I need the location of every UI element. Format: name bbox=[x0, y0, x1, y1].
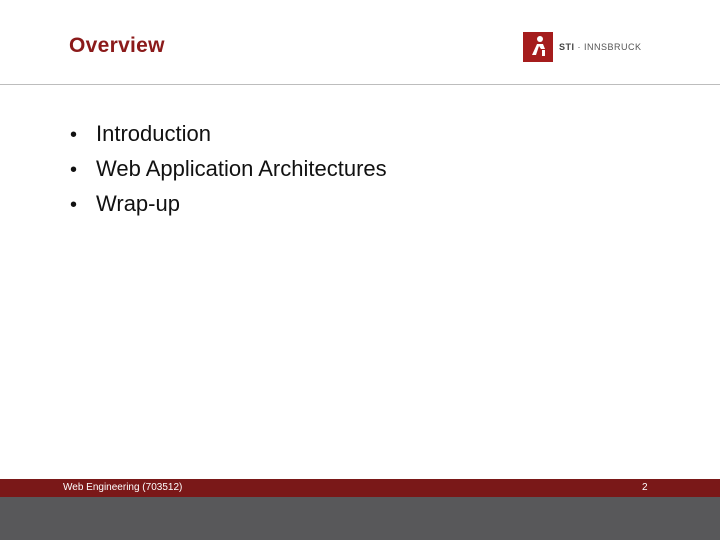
bullet-dot: • bbox=[70, 194, 78, 216]
bottom-band bbox=[0, 497, 720, 540]
bullet-item: • Introduction bbox=[70, 118, 387, 153]
slide-title: Overview bbox=[69, 34, 165, 57]
bullet-item: • Web Application Architectures bbox=[70, 153, 387, 188]
bullet-text: Wrap-up bbox=[96, 191, 180, 216]
bullet-dot: • bbox=[70, 124, 78, 146]
logo-separator: · bbox=[577, 42, 582, 52]
logo-brand: STI bbox=[559, 42, 575, 52]
bullet-list: • Introduction • Web Application Archite… bbox=[70, 118, 387, 223]
page-number: 2 bbox=[642, 482, 648, 493]
header-divider bbox=[0, 84, 720, 85]
logo-text: STI · INNSBRUCK bbox=[559, 42, 642, 52]
logo-location: INNSBRUCK bbox=[584, 42, 642, 52]
logo: STI · INNSBRUCK bbox=[523, 32, 642, 62]
footer-bar: Web Engineering (703512) 2 bbox=[0, 479, 720, 497]
bullet-text: Introduction bbox=[96, 121, 211, 146]
bullet-dot: • bbox=[70, 159, 78, 181]
sti-logo-icon bbox=[523, 32, 553, 62]
footer-course: Web Engineering (703512) bbox=[63, 482, 183, 493]
bullet-item: • Wrap-up bbox=[70, 188, 387, 223]
bullet-text: Web Application Architectures bbox=[96, 156, 387, 181]
